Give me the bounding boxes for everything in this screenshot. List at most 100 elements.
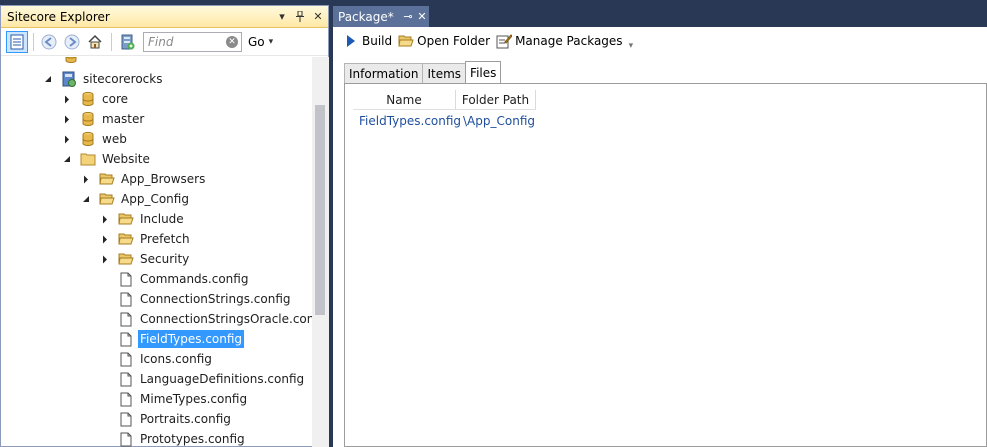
find-input[interactable] [148, 34, 226, 49]
expand-arrow-icon[interactable] [100, 214, 110, 224]
open-folder-button[interactable]: Open Folder [398, 33, 490, 49]
file-icon [118, 331, 134, 347]
tree-item[interactable]: Website [62, 149, 152, 169]
collapse-arrow-icon[interactable] [43, 74, 53, 84]
expand-arrow-icon[interactable] [100, 254, 110, 264]
package-tabs: Information Items Files [344, 61, 502, 83]
column-header-folder-path[interactable]: Folder Path [456, 90, 536, 109]
collapse-arrow-icon[interactable] [81, 194, 91, 204]
sitecore-explorer-panel: Sitecore Explorer ▾ ✕ Find ✕ Go ▾ siteco… [0, 5, 329, 447]
tree-item-label: core [102, 92, 128, 106]
toggle-view-icon[interactable] [6, 30, 28, 53]
scrollbar-thumb[interactable] [315, 105, 325, 315]
file-icon [118, 391, 134, 407]
tree-item[interactable]: sitecorerocks [43, 69, 164, 89]
expand-arrow-icon[interactable] [62, 114, 72, 124]
expand-arrow-icon[interactable] [81, 174, 91, 184]
toolbar-overflow-icon[interactable]: ▾ [269, 37, 274, 47]
tree-item[interactable]: Icons.config [100, 349, 214, 369]
open-folder-icon [118, 211, 134, 227]
database-icon [63, 57, 79, 64]
tab-information[interactable]: Information [344, 63, 424, 83]
tree-item-label: LanguageDefinitions.config [140, 372, 305, 386]
tree-item-label: web [102, 132, 127, 146]
tree-item[interactable]: master [62, 109, 146, 129]
explorer-title: Sitecore Explorer [7, 9, 110, 24]
tree-item-label: Prototypes.config [140, 432, 245, 446]
toolbar-separator [111, 32, 112, 51]
close-tab-icon[interactable]: ✕ [415, 10, 429, 23]
tree-item-label: Commands.config [140, 272, 249, 286]
tree-item-label: ConnectionStringsOracle.config [140, 312, 312, 326]
new-connection-icon[interactable] [116, 31, 138, 53]
vertical-scrollbar[interactable] [312, 57, 329, 447]
tree-item[interactable]: MimeTypes.config [100, 389, 249, 409]
tree-item[interactable]: Prototypes.config [100, 429, 247, 447]
ide-window: Sitecore Explorer ▾ ✕ Find ✕ Go ▾ siteco… [0, 0, 987, 447]
tree-item-label: Icons.config [140, 352, 212, 366]
build-button[interactable]: Build [343, 33, 392, 49]
go-button[interactable]: Go [248, 35, 265, 49]
tree-item-label: master [102, 112, 145, 126]
tree-item-label: ConnectionStrings.config [140, 292, 291, 306]
window-position-icon[interactable]: ▾ [274, 9, 290, 25]
tree-item[interactable]: web [62, 129, 129, 149]
file-icon [118, 311, 134, 327]
manage-packages-button[interactable]: Manage Packages [496, 33, 623, 49]
expand-arrow-icon[interactable] [100, 234, 110, 244]
package-toolbar: Build Open Folder Manage Packages ▾ [333, 27, 987, 55]
tree-item[interactable]: Portraits.config [100, 409, 233, 429]
pin-icon[interactable] [292, 9, 308, 25]
tree-item-label: App_Browsers [121, 172, 206, 186]
tree-item-label: Security [140, 252, 190, 266]
tree-item-label: FieldTypes.config [138, 330, 245, 348]
table-row[interactable]: FieldTypes.config \App_Config [353, 112, 536, 130]
tree-item[interactable]: FieldTypes.config [100, 329, 245, 349]
home-icon[interactable] [84, 31, 106, 53]
tree-item[interactable]: App_Browsers [81, 169, 207, 189]
package-document-tab[interactable]: Package* ⊸ ✕ [333, 6, 429, 27]
explorer-tree: sitecorerocks core master web Website App_Bro… [1, 57, 312, 447]
collapse-arrow-icon[interactable] [62, 154, 72, 164]
back-icon[interactable] [38, 31, 60, 53]
package-editor: Build Open Folder Manage Packages ▾ Info… [333, 27, 987, 447]
close-icon[interactable]: ✕ [310, 9, 326, 25]
tree-item[interactable]: ConnectionStringsOracle.config [100, 309, 312, 329]
database-icon [80, 111, 96, 127]
clear-icon[interactable]: ✕ [226, 35, 238, 48]
tree-item[interactable]: Include [100, 209, 186, 229]
expand-arrow-icon[interactable] [62, 94, 72, 104]
tree-item[interactable]: Security [100, 249, 191, 269]
tree-item[interactable]: core [62, 89, 130, 109]
open-folder-icon [118, 251, 134, 267]
pin-icon[interactable]: ⊸ [401, 10, 415, 23]
file-icon [118, 411, 134, 427]
database-icon [80, 131, 96, 147]
tree-item[interactable]: Commands.config [100, 269, 250, 289]
tree-item-label: App_Config [121, 192, 189, 206]
toolbar-overflow-icon[interactable]: ▾ [629, 41, 634, 51]
forward-icon[interactable] [61, 31, 83, 53]
tab-files[interactable]: Files [465, 61, 502, 83]
find-field[interactable]: ✕ [143, 31, 242, 52]
explorer-toolbar: ✕ Go ▾ [1, 28, 328, 56]
tree-item[interactable]: App_Config [81, 189, 191, 209]
tree-item[interactable]: LanguageDefinitions.config [100, 369, 306, 389]
files-grid-header: Name Folder Path [353, 90, 536, 110]
column-header-name[interactable]: Name [353, 90, 456, 109]
folder-path-cell: \App_Config [463, 114, 535, 128]
tree-item[interactable]: Prefetch [100, 229, 192, 249]
open-folder-icon [99, 171, 115, 187]
tree-item-label: Website [102, 152, 150, 166]
database-icon [80, 91, 96, 107]
expand-arrow-icon[interactable] [62, 134, 72, 144]
edit-icon [496, 33, 513, 49]
tree-item[interactable]: ConnectionStrings.config [100, 289, 293, 309]
tab-items[interactable]: Items [422, 63, 467, 83]
